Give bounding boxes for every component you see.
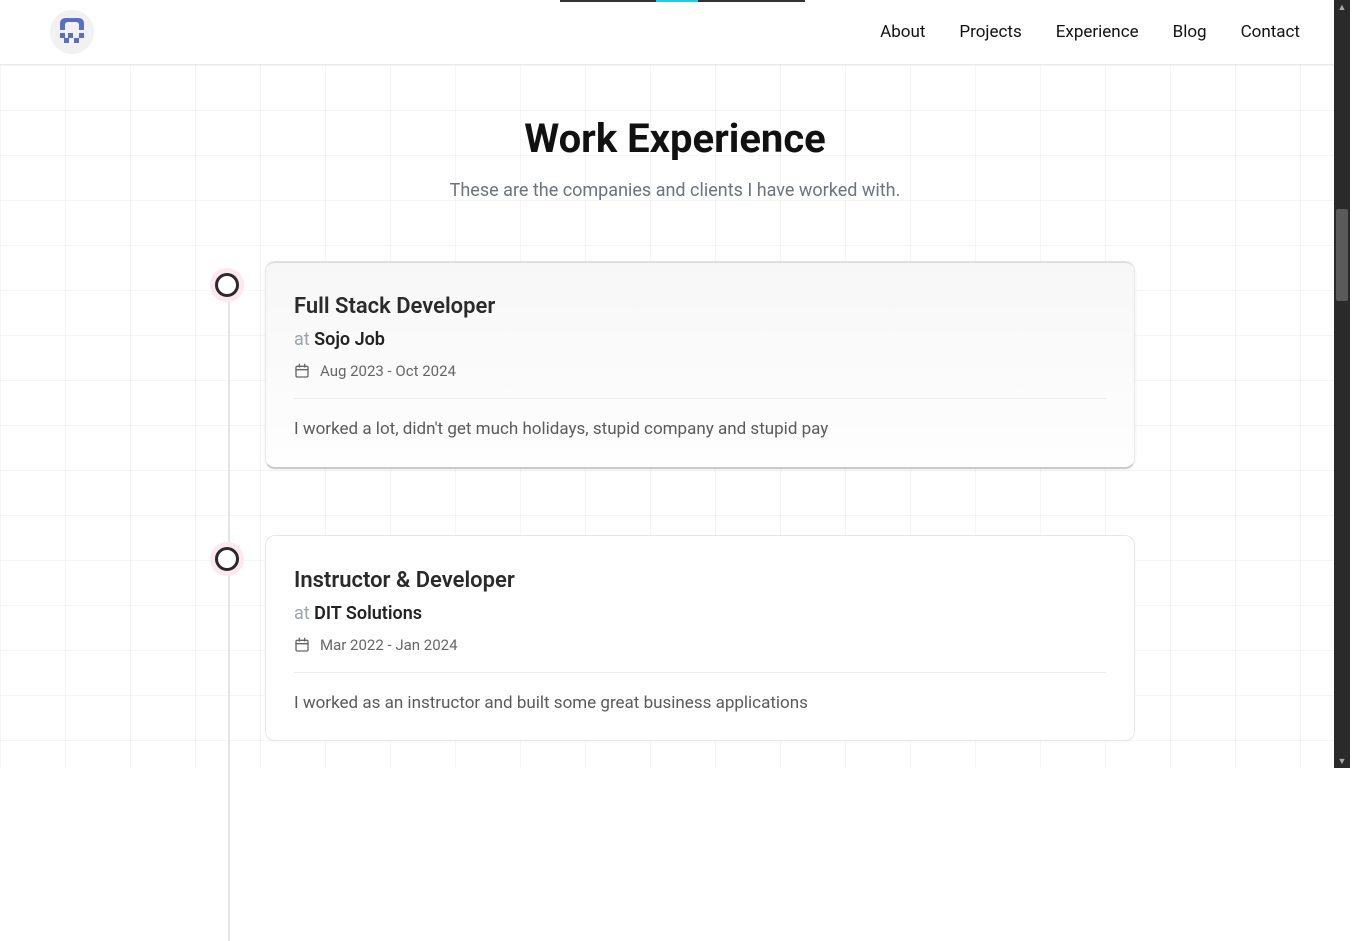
- scrollbar-down-arrow-icon[interactable]: ▼: [1334, 754, 1350, 768]
- nav-link-blog[interactable]: Blog: [1173, 22, 1207, 42]
- experience-role: Full Stack Developer: [294, 294, 1106, 319]
- nav-link-experience[interactable]: Experience: [1056, 22, 1139, 42]
- experience-period-text: Aug 2023 - Oct 2024: [320, 362, 456, 380]
- page-title: Work Experience: [0, 115, 1350, 162]
- nav-link-about[interactable]: About: [880, 22, 925, 42]
- main-nav: About Projects Experience Blog Contact: [880, 22, 1300, 42]
- nav-link-projects[interactable]: Projects: [959, 22, 1021, 42]
- site-header: About Projects Experience Blog Contact: [0, 0, 1350, 65]
- logo-icon: [50, 10, 94, 54]
- experience-role: Instructor & Developer: [294, 568, 1106, 593]
- page-subtitle: These are the companies and clients I ha…: [0, 180, 1350, 201]
- experience-card: Instructor & Developer at DIT Solutions …: [265, 535, 1135, 742]
- experience-card: Full Stack Developer at Sojo Job Aug 202…: [265, 261, 1135, 469]
- experience-description: I worked a lot, didn't get much holidays…: [294, 417, 1106, 443]
- at-label: at: [294, 603, 310, 624]
- calendar-icon: [294, 363, 310, 379]
- experience-description: I worked as an instructor and built some…: [294, 691, 1106, 717]
- card-divider: [294, 672, 1106, 673]
- experience-company: Sojo Job: [314, 329, 385, 350]
- experience-company: DIT Solutions: [314, 603, 422, 624]
- experience-period-text: Mar 2022 - Jan 2024: [320, 636, 458, 654]
- experience-period: Aug 2023 - Oct 2024: [294, 362, 1106, 380]
- experience-company-line: at Sojo Job: [294, 329, 1106, 350]
- timeline-item: Instructor & Developer at DIT Solutions …: [215, 535, 1135, 742]
- scrollbar[interactable]: ▲ ▼: [1334, 0, 1350, 768]
- timeline-dot-icon: [215, 547, 239, 571]
- top-accent-bar: [560, 0, 805, 2]
- card-divider: [294, 398, 1106, 399]
- experience-company-line: at DIT Solutions: [294, 603, 1106, 624]
- timeline-item: Full Stack Developer at Sojo Job Aug 202…: [215, 261, 1135, 469]
- at-label: at: [294, 329, 310, 350]
- scrollbar-track[interactable]: [1336, 14, 1348, 754]
- experience-timeline: Full Stack Developer at Sojo Job Aug 202…: [215, 261, 1135, 741]
- scrollbar-thumb[interactable]: [1336, 209, 1348, 301]
- nav-link-contact[interactable]: Contact: [1241, 22, 1300, 42]
- calendar-icon: [294, 637, 310, 653]
- timeline-dot-icon: [215, 273, 239, 297]
- experience-period: Mar 2022 - Jan 2024: [294, 636, 1106, 654]
- site-logo[interactable]: [50, 10, 94, 54]
- main-content: Work Experience These are the companies …: [0, 65, 1350, 741]
- scrollbar-up-arrow-icon[interactable]: ▲: [1334, 0, 1350, 14]
